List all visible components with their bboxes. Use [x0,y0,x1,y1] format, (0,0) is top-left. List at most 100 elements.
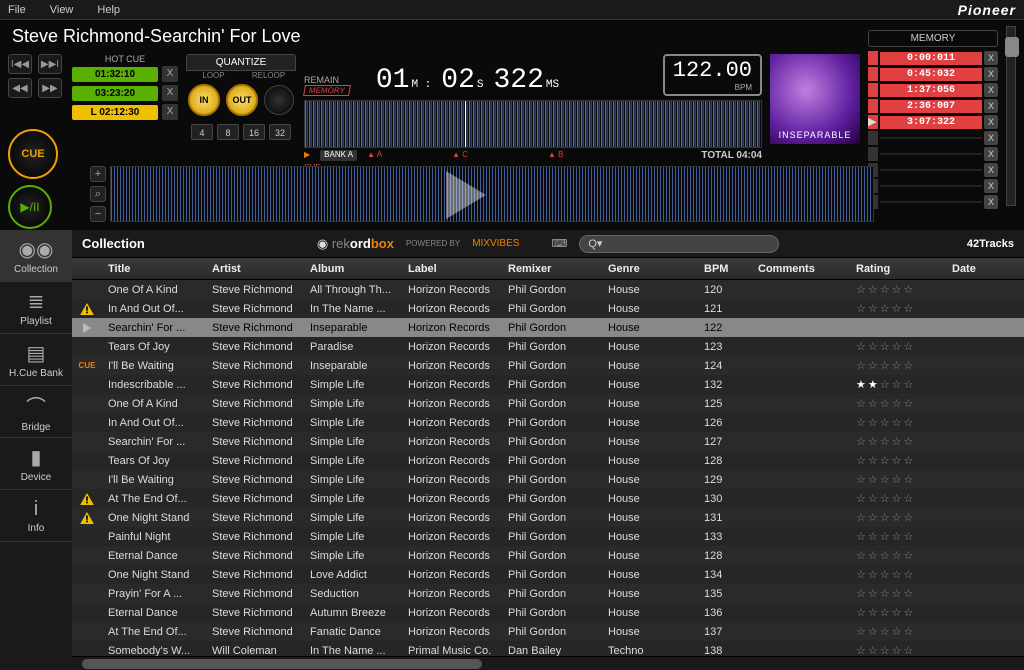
rating-stars[interactable]: ☆☆☆☆☆ [850,644,946,656]
menu-view[interactable]: View [50,4,74,16]
next-track-button[interactable]: ▶▶I [38,54,62,74]
rating-stars[interactable]: ☆☆☆☆☆ [850,454,946,467]
rating-stars[interactable]: ☆☆☆☆☆ [850,606,946,619]
memory-clear-9[interactable]: X [984,195,998,209]
reloop-button[interactable] [264,85,294,115]
hotcue-1[interactable]: 03:23:20 [72,86,158,101]
play-pause-button[interactable]: ▶/II [8,185,52,229]
table-row[interactable]: At The End Of...Steve RichmondFanatic Da… [72,622,1024,641]
zoom-reset-button[interactable]: ⌕ [90,186,106,202]
memory-clear-1[interactable]: X [984,67,998,81]
column-genre[interactable]: Genre [602,263,698,275]
table-row[interactable]: In And Out Of...Steve RichmondSimple Lif… [72,413,1024,432]
hotcue-0-clear[interactable]: X [162,66,178,82]
table-row[interactable]: Searchin' For ...Steve RichmondSimple Li… [72,432,1024,451]
rating-stars[interactable]: ☆☆☆☆☆ [850,435,946,448]
beat-4-button[interactable]: 4 [191,124,213,140]
zoom-in-button[interactable]: + [90,166,106,182]
rating-stars[interactable]: ☆☆☆☆☆ [850,397,946,410]
table-row[interactable]: One Night StandSteve RichmondSimple Life… [72,508,1024,527]
column-artist[interactable]: Artist [206,263,304,275]
memory-time-4[interactable]: 3:07:322 [880,116,982,129]
column-headers[interactable]: TitleArtistAlbumLabelRemixerGenreBPMComm… [72,258,1024,280]
keyboard-icon[interactable]: ⌨ [551,237,567,250]
rating-stars[interactable]: ☆☆☆☆☆ [850,340,946,353]
menu-file[interactable]: File [8,4,26,16]
hotcue-0[interactable]: 01:32:10 [72,67,158,82]
sidebar-item-playlist[interactable]: ≣Playlist [0,282,72,334]
beat-32-button[interactable]: 32 [269,124,291,140]
zoom-out-button[interactable]: − [90,206,106,222]
loop-out-button[interactable]: OUT [226,84,258,116]
sidebar-item-bridge[interactable]: ⌒Bridge [0,386,72,438]
memory-time-9[interactable] [880,201,982,203]
memory-cue-3[interactable] [868,99,878,113]
prev-track-button[interactable]: I◀◀ [8,54,32,74]
memory-cue-1[interactable] [868,67,878,81]
table-row[interactable]: Indescribable ...Steve RichmondSimple Li… [72,375,1024,394]
memory-time-3[interactable]: 2:36:007 [880,100,982,113]
memory-clear-6[interactable]: X [984,147,998,161]
rating-stars[interactable]: ☆☆☆☆☆ [850,492,946,505]
rating-stars[interactable]: ☆☆☆☆☆ [850,587,946,600]
search-input[interactable]: Q▾ [579,235,779,253]
rating-stars[interactable]: ☆☆☆☆☆ [850,530,946,543]
memory-time-7[interactable] [880,169,982,171]
memory-cue-5[interactable] [868,131,878,145]
bank-label[interactable]: BANK A [320,150,357,161]
memory-clear-2[interactable]: X [984,83,998,97]
memory-clear-3[interactable]: X [984,99,998,113]
column-rating[interactable]: Rating [850,263,946,275]
rating-stars[interactable]: ☆☆☆☆☆ [850,625,946,638]
memory-time-0[interactable]: 0:00:011 [880,52,982,65]
column-bpm[interactable]: BPM [698,263,752,275]
memory-time-2[interactable]: 1:37:056 [880,84,982,97]
rewind-button[interactable]: ◀◀ [8,78,32,98]
rating-stars[interactable]: ☆☆☆☆☆ [850,359,946,372]
rating-stars[interactable]: ★★☆☆☆ [850,378,946,391]
column-remixer[interactable]: Remixer [502,263,602,275]
column-date[interactable]: Date [946,263,986,275]
detail-waveform[interactable] [110,166,874,222]
rating-stars[interactable]: ☆☆☆☆☆ [850,321,946,334]
hotcue-1-clear[interactable]: X [162,85,178,101]
table-row[interactable]: One Of A KindSteve RichmondSimple LifeHo… [72,394,1024,413]
table-row[interactable]: Searchin' For ...Steve RichmondInseparab… [72,318,1024,337]
sidebar-item-hcuebank[interactable]: ▤H.Cue Bank [0,334,72,386]
table-row[interactable]: Tears Of JoySteve RichmondParadiseHorizo… [72,337,1024,356]
memory-cue-6[interactable] [868,147,878,161]
table-row[interactable]: Tears Of JoySteve RichmondSimple LifeHor… [72,451,1024,470]
column-label[interactable]: Label [402,263,502,275]
rating-stars[interactable]: ☆☆☆☆☆ [850,416,946,429]
rating-stars[interactable]: ☆☆☆☆☆ [850,302,946,315]
pitch-slider[interactable] [1006,26,1016,206]
table-row[interactable]: At The End Of...Steve RichmondSimple Lif… [72,489,1024,508]
rating-stars[interactable]: ☆☆☆☆☆ [850,283,946,296]
beat-16-button[interactable]: 16 [243,124,265,140]
loop-in-button[interactable]: IN [188,84,220,116]
sidebar-item-device[interactable]: ▮Device [0,438,72,490]
table-row[interactable]: CUEI'll Be WaitingSteve RichmondInsepara… [72,356,1024,375]
cue-button[interactable]: CUE [8,129,58,179]
table-row[interactable]: Painful NightSteve RichmondSimple LifeHo… [72,527,1024,546]
memory-cue-2[interactable] [868,83,878,97]
forward-button[interactable]: ▶▶ [38,78,62,98]
menu-help[interactable]: Help [97,4,120,16]
table-row[interactable]: I'll Be WaitingSteve RichmondSimple Life… [72,470,1024,489]
table-row[interactable]: Somebody's W...Will ColemanIn The Name .… [72,641,1024,656]
table-row[interactable]: Eternal DanceSteve RichmondAutumn Breeze… [72,603,1024,622]
remain-label[interactable]: REMAIN [304,75,346,85]
column-title[interactable]: Title [102,263,206,275]
memory-clear-7[interactable]: X [984,163,998,177]
memory-cue-0[interactable] [868,51,878,65]
memory-clear-4[interactable]: X [984,115,998,129]
rating-stars[interactable]: ☆☆☆☆☆ [850,473,946,486]
memory-clear-8[interactable]: X [984,179,998,193]
memory-clear-5[interactable]: X [984,131,998,145]
hotcue-2-clear[interactable]: X [162,104,178,120]
overview-waveform[interactable] [304,100,762,148]
memory-time-1[interactable]: 0:45:032 [880,68,982,81]
rating-stars[interactable]: ☆☆☆☆☆ [850,511,946,524]
table-row[interactable]: Eternal DanceSteve RichmondSimple LifeHo… [72,546,1024,565]
memory-time-5[interactable] [880,137,982,139]
